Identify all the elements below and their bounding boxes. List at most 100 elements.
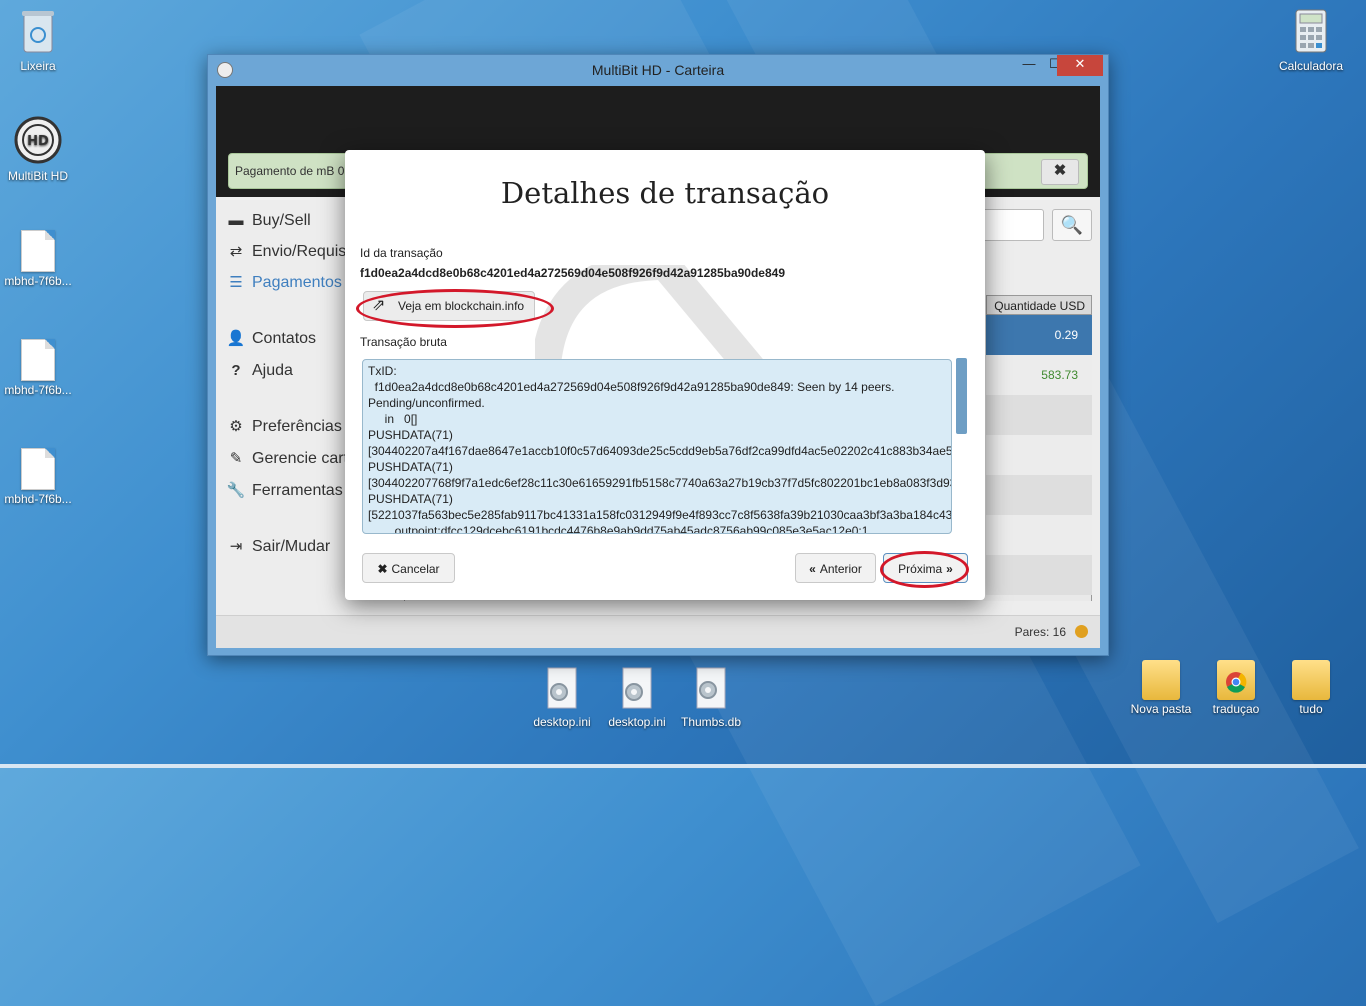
alert-text: Pagamento de mB 0 xyxy=(235,164,345,178)
desktop-icon-label: desktop.ini xyxy=(608,715,666,729)
chevron-double-right-icon: » xyxy=(946,562,953,576)
alert-close-button[interactable]: ✖ xyxy=(1041,159,1079,185)
chevron-double-left-icon: « xyxy=(809,562,816,576)
column-header-usd[interactable]: Quantidade USD xyxy=(986,295,1092,315)
folder-icon xyxy=(1142,660,1180,700)
desktop-icon-recycle-bin[interactable]: Lixeira xyxy=(0,8,76,73)
settings-file-icon xyxy=(547,667,577,709)
search-button[interactable]: 🔍 xyxy=(1052,209,1092,241)
desktop-icon-file[interactable]: mbhd-7f6b... xyxy=(0,339,76,397)
exchange-icon: ⇄ xyxy=(229,243,243,260)
previous-button[interactable]: «Anterior xyxy=(795,553,876,583)
desktop-icon-tudo[interactable]: tudo xyxy=(1273,660,1349,716)
sidebar-item-manage-wallet[interactable]: ✎ Gerencie cart xyxy=(226,447,348,471)
desktop-icon-thumbs-db[interactable]: Thumbs.db xyxy=(673,666,749,729)
sidebar-item-label: Envio/Requisi xyxy=(252,243,350,260)
table-row[interactable] xyxy=(986,475,1092,515)
desktop-icon-label: traduçao xyxy=(1212,702,1260,716)
desktop-icon-multibit[interactable]: HD MultiBit HD xyxy=(0,116,76,183)
file-icon xyxy=(21,230,55,272)
next-button[interactable]: Próxima» xyxy=(883,553,968,583)
sidebar-item-buy-sell[interactable]: ▬ Buy/Sell xyxy=(226,209,311,233)
button-label: Veja em blockchain.info xyxy=(398,299,525,313)
edit-icon: ✎ xyxy=(229,450,243,467)
button-label: Cancelar xyxy=(391,562,440,576)
sidebar-item-help[interactable]: ? Ajuda xyxy=(226,359,293,383)
sign-out-icon: ⇥ xyxy=(229,538,243,555)
sidebar-item-payments[interactable]: ☰ Pagamentos xyxy=(226,271,342,295)
sidebar-item-label: Sair/Mudar xyxy=(252,538,331,555)
table-row[interactable] xyxy=(986,395,1092,435)
raw-transaction-scrollbar[interactable] xyxy=(956,358,967,434)
desktop-icon-label: tudo xyxy=(1299,702,1323,716)
recycle-bin-icon xyxy=(22,11,54,53)
desktop-icon-traducao[interactable]: traduçao xyxy=(1198,660,1274,716)
search-icon: 🔍 xyxy=(1060,215,1084,235)
close-button[interactable]: ✕ xyxy=(1057,55,1103,76)
view-on-blockchain-button[interactable]: ⇗ Veja em blockchain.info xyxy=(363,291,535,321)
credit-card-icon: ▬ xyxy=(228,212,244,229)
table-row-value[interactable]: 0.29 xyxy=(986,315,1092,355)
button-label: Anterior xyxy=(819,562,862,576)
raw-transaction-label: Transação bruta xyxy=(360,335,447,349)
sidebar-item-label: Buy/Sell xyxy=(252,212,311,229)
sidebar-item-label: Pagamentos xyxy=(252,274,342,291)
table-row-value[interactable]: 583.73 xyxy=(986,355,1092,395)
question-icon: ? xyxy=(231,362,241,379)
dialog-title: Detalhes de transação xyxy=(500,176,830,210)
wrench-icon: 🔧 xyxy=(226,482,246,499)
cancel-button[interactable]: ✖ Cancelar xyxy=(362,553,455,583)
sidebar-item-send-request[interactable]: ⇄ Envio/Requisi xyxy=(226,240,350,264)
desktop-icon-nova-pasta[interactable]: Nova pasta xyxy=(1123,660,1199,716)
desktop-icon-label: MultiBit HD xyxy=(7,169,68,183)
desktop-icon-desktop-ini[interactable]: desktop.ini xyxy=(599,666,675,729)
close-icon: ✖ xyxy=(377,562,388,576)
settings-file-icon xyxy=(696,667,726,709)
txid-value: f1d0ea2a4dcd8e0b68c4201ed4a272569d04e508… xyxy=(360,266,785,280)
txid-label: Id da transação xyxy=(360,246,443,260)
user-icon: 👤 xyxy=(226,330,246,347)
table-row[interactable] xyxy=(986,555,1092,595)
button-label: Próxima xyxy=(898,562,943,576)
sidebar-item-preferences[interactable]: ⚙ Preferências xyxy=(226,415,342,439)
sidebar-item-contacts[interactable]: 👤 Contatos xyxy=(226,327,316,351)
cogs-icon: ⚙ xyxy=(229,418,243,435)
sidebar-item-label: Ferramentas xyxy=(252,482,343,499)
peers-count: Pares: 16 xyxy=(1014,625,1066,639)
sidebar-item-label: Preferências xyxy=(252,418,342,435)
list-icon: ☰ xyxy=(229,274,243,291)
app-icon xyxy=(217,62,233,78)
calculator-icon xyxy=(1295,9,1327,53)
desktop-icon-label: mbhd-7f6b... xyxy=(4,274,72,288)
desktop-icon-label: mbhd-7f6b... xyxy=(4,492,72,506)
peer-status-icon xyxy=(1075,625,1088,638)
transaction-details-dialog: Detalhes de transação Id da transação f1… xyxy=(345,150,985,600)
sidebar-item-exit-switch[interactable]: ⇥ Sair/Mudar xyxy=(226,535,331,559)
file-icon xyxy=(21,448,55,490)
search-input[interactable] xyxy=(982,209,1044,241)
window-titlebar[interactable]: MultiBit HD - Carteira — ☐ ✕ xyxy=(208,55,1108,85)
sidebar-item-label: Ajuda xyxy=(252,362,293,379)
desktop-icon-label: Thumbs.db xyxy=(680,715,742,729)
raw-transaction-textarea[interactable]: TxID: f1d0ea2a4dcd8e0b68c4201ed4a272569d… xyxy=(362,359,952,534)
window-title: MultiBit HD - Carteira xyxy=(591,62,725,78)
desktop-icon-calculator[interactable]: Calculadora xyxy=(1273,8,1349,73)
sidebar-item-label: Gerencie cart xyxy=(252,450,349,467)
settings-file-icon xyxy=(622,667,652,709)
sidebar-item-tools[interactable]: 🔧 Ferramentas xyxy=(226,479,343,503)
bitcoin-app-icon: HD xyxy=(14,116,62,164)
raw-transaction-text: TxID: f1d0ea2a4dcd8e0b68c4201ed4a272569d… xyxy=(368,364,952,534)
table-row[interactable] xyxy=(986,515,1092,555)
chrome-folder-icon xyxy=(1217,660,1255,700)
folder-icon xyxy=(1292,660,1330,700)
file-icon xyxy=(21,339,55,381)
external-link-icon: ⇗ xyxy=(372,297,386,314)
minimize-button[interactable]: — xyxy=(1016,55,1042,76)
desktop-icon-file[interactable]: mbhd-7f6b... xyxy=(0,448,76,506)
desktop-icon-file[interactable]: mbhd-7f6b... xyxy=(0,230,76,288)
status-bar: Pares: 16 xyxy=(216,615,1100,648)
desktop-icon-desktop-ini[interactable]: desktop.ini xyxy=(524,666,600,729)
desktop-icon-label: Lixeira xyxy=(20,59,56,73)
table-row[interactable] xyxy=(986,435,1092,475)
sidebar-item-label: Contatos xyxy=(252,330,317,347)
